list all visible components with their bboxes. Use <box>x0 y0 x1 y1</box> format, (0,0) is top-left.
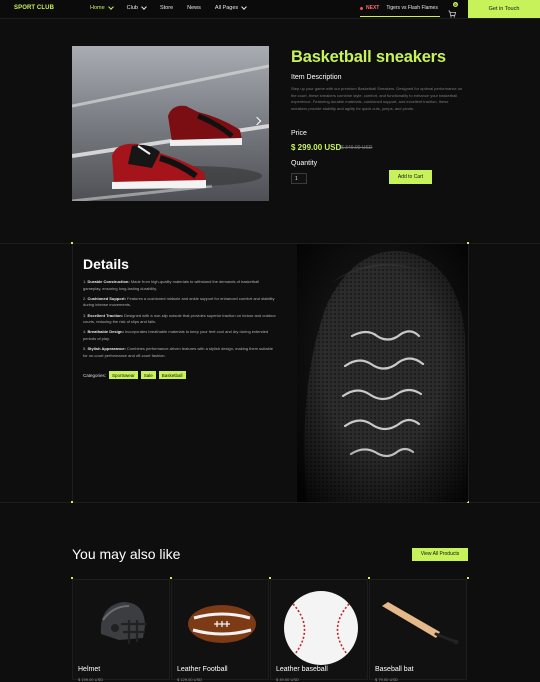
related-title: You may also like <box>72 546 181 562</box>
live-dot-icon <box>360 6 363 10</box>
item-heading: Excellent Traction: <box>87 312 124 318</box>
category-tag[interactable]: Basketball <box>158 371 186 379</box>
product-image-sneakers <box>72 46 269 201</box>
product-name: Baseball bat <box>375 666 414 673</box>
item-number: 1. <box>83 279 87 284</box>
list-item: 4. Breathable Design: Incorporates breat… <box>83 329 278 342</box>
quantity-input[interactable]: 1 <box>291 173 307 184</box>
nav-item-label: News <box>187 5 201 11</box>
product-name: Leather Football <box>177 666 228 673</box>
list-item: 3. Excellent Traction: Designed with a n… <box>83 313 278 326</box>
corner-marker <box>467 577 469 579</box>
corner-marker <box>269 577 271 579</box>
category-tag[interactable]: Sale <box>140 371 156 379</box>
item-description: Step up your game with our premium Baske… <box>291 86 463 111</box>
view-all-products-button[interactable]: View All Products <box>412 548 468 561</box>
category-tag[interactable]: Sportswear <box>109 371 138 379</box>
next-match[interactable]: NEXT Tigers vs Flash Flames <box>360 5 438 11</box>
product-title: Basketball sneakers <box>291 48 446 66</box>
main-menu: Home Club Store News All Pages <box>90 4 247 11</box>
chevron-down-icon <box>241 4 247 10</box>
product-card-baseball-bat[interactable]: Baseball bat $ 79.00 USD <box>369 579 467 682</box>
list-item: 1. Durable Construction: Made from high-… <box>83 279 278 292</box>
next-match-title: Tigers vs Flash Flames <box>386 5 438 11</box>
football-image <box>188 605 256 643</box>
item-heading: Durable Construction: <box>87 279 130 284</box>
item-heading: Breathable Design: <box>87 329 124 335</box>
top-navbar: SPORT CLUB Home Club Store News All Page… <box>0 0 540 19</box>
chevron-down-icon <box>141 4 147 10</box>
nav-item-label: All Pages <box>214 5 239 11</box>
categories-label: Categories: <box>83 372 107 378</box>
product-card-leather-baseball[interactable]: Leather baseball $ 49.00 USD <box>270 579 368 682</box>
nav-item-club[interactable]: Club <box>126 4 147 11</box>
divider <box>468 244 469 502</box>
get-in-touch-button[interactable]: Get in Touch <box>468 0 540 18</box>
product-name: Leather baseball <box>276 666 328 673</box>
item-number: 2. <box>83 295 87 301</box>
baseball-image <box>284 591 358 665</box>
categories: Categories: Sportswear Sale Basketball <box>83 371 186 379</box>
details-list: 1. Durable Construction: Made from high-… <box>83 279 278 363</box>
add-to-cart-button[interactable]: Add to Cart <box>389 170 432 184</box>
sneaker-closeup-image <box>297 244 468 502</box>
price-label: Price <box>291 130 307 137</box>
corner-marker <box>71 242 73 244</box>
product-card-helmet[interactable]: Helmet $ 199.00 USD <box>72 579 170 682</box>
list-item: 5. Stylish Appearance: Combines performa… <box>83 346 278 359</box>
product-card-leather-football[interactable]: Leather Football $ 129.00 USD <box>171 579 269 682</box>
item-description-heading: Item Description <box>291 74 342 81</box>
details-title: Details <box>83 256 129 272</box>
divider <box>72 244 73 502</box>
cart-count-badge: 0 <box>453 2 458 7</box>
baseball-bat-image <box>382 602 459 645</box>
corner-marker <box>71 501 73 503</box>
next-label: NEXT <box>366 5 380 11</box>
brand-logo[interactable]: SPORT CLUB <box>14 5 54 11</box>
list-item: 2. Cushioned Support: Features a cushion… <box>83 296 278 309</box>
item-heading: Stylish Appearance: <box>87 346 126 352</box>
corner-marker <box>368 577 370 579</box>
nav-item-store[interactable]: Store <box>160 5 173 11</box>
item-number: 5. <box>83 346 87 352</box>
item-number: 3. <box>83 312 87 318</box>
nav-item-label: Home <box>90 5 105 11</box>
item-number: 4. <box>83 329 87 335</box>
corner-marker <box>71 577 73 579</box>
quantity-label: Quantity <box>291 160 318 167</box>
divider <box>0 502 540 503</box>
corner-marker <box>170 577 172 579</box>
chevron-down-icon <box>107 4 114 10</box>
nav-item-news[interactable]: News <box>187 5 201 11</box>
nav-item-home[interactable]: Home <box>90 4 114 11</box>
cart-button[interactable]: 0 <box>448 2 458 18</box>
product-price: $ 299.00 USD <box>291 143 342 152</box>
helmet-image <box>100 602 147 644</box>
item-heading: Cushioned Support: <box>87 295 126 301</box>
nav-item-label: Club <box>126 5 138 11</box>
next-match-underline <box>360 16 440 17</box>
nav-item-all-pages[interactable]: All Pages <box>214 4 247 11</box>
nav-item-label: Store <box>159 5 174 11</box>
product-name: Helmet <box>78 666 101 673</box>
cart-icon <box>448 10 456 18</box>
old-price: $ 349.00 USD <box>341 145 373 151</box>
